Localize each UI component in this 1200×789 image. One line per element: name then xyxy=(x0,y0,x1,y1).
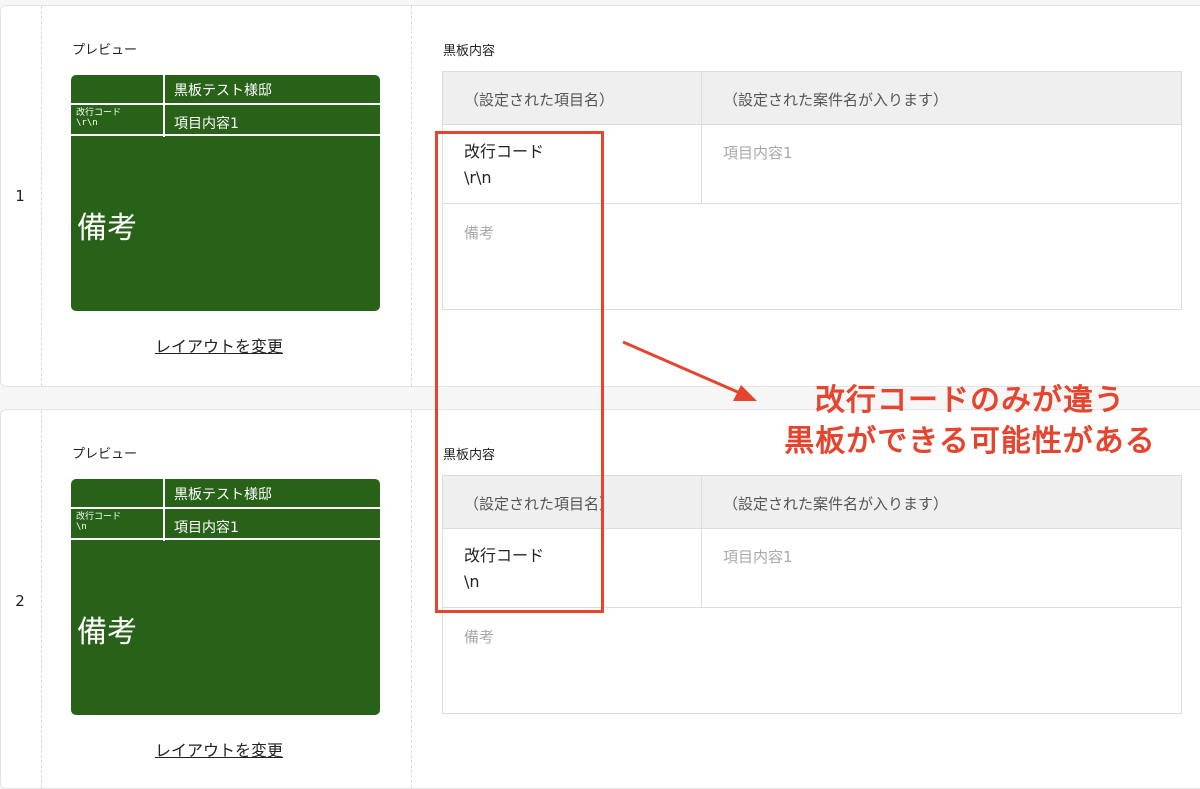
annotation-callout: 改行コードのみが違う 黒板ができる可能性がある xyxy=(740,380,1200,462)
annotation-line2: 黒板ができる可能性がある xyxy=(784,424,1156,459)
annotation-line1: 改行コードのみが違う xyxy=(815,383,1125,418)
